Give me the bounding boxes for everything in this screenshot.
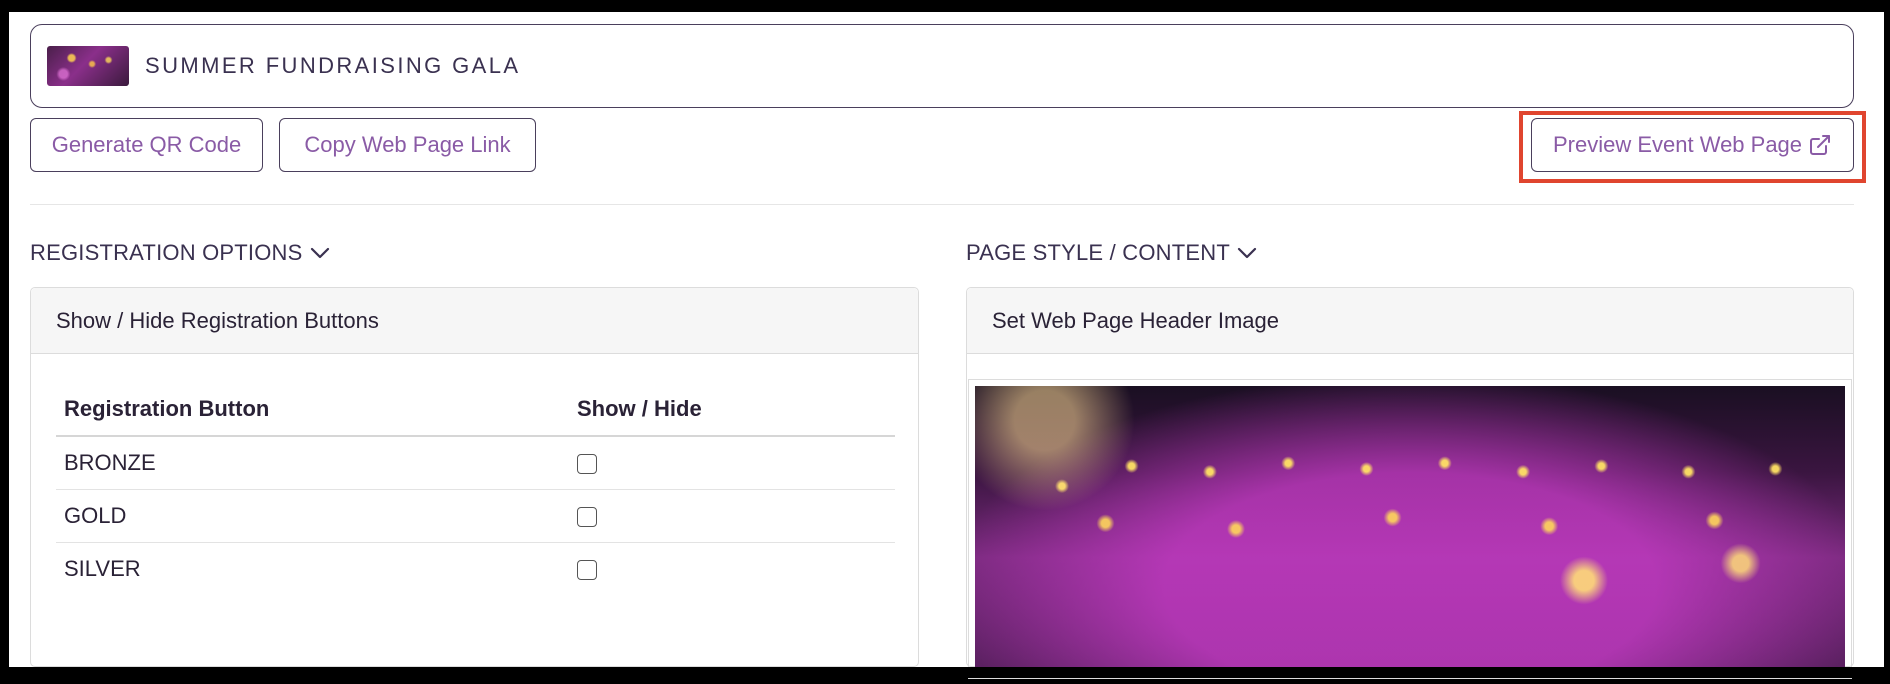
table-row: SILVER <box>56 542 895 595</box>
chevron-down-icon <box>1237 247 1257 259</box>
page-style-content-toggle[interactable]: PAGE STYLE / CONTENT <box>966 240 1258 266</box>
event-thumbnail <box>47 46 129 86</box>
column-header: Show / Hide <box>569 382 895 437</box>
frame-top <box>0 0 1890 12</box>
show-hide-cell <box>569 489 895 543</box>
copy-web-page-link-button[interactable]: Copy Web Page Link <box>279 118 536 172</box>
registration-options-title: REGISTRATION OPTIONS <box>30 240 303 265</box>
card-header: Show / Hide Registration Buttons <box>31 288 918 354</box>
frame-bottom-bar <box>9 667 1884 678</box>
table-row: BRONZE <box>56 436 895 490</box>
frame-right <box>1884 0 1890 684</box>
event-title: SUMMER FUNDRAISING GALA <box>145 53 521 78</box>
column-header: Registration Button <box>56 382 569 437</box>
table-header-row: Registration Button Show / Hide <box>56 382 895 437</box>
preview-event-web-page-button[interactable]: Preview Event Web Page <box>1531 118 1854 172</box>
registration-name: GOLD <box>56 489 569 543</box>
registration-name: SILVER <box>64 555 141 581</box>
registration-buttons-card: Show / Hide Registration Buttons Registr… <box>30 287 919 667</box>
registration-name: BRONZE <box>56 436 569 490</box>
frame-left <box>0 0 9 684</box>
preview-button-label: Preview Event Web Page <box>1552 132 1803 157</box>
table-row: GOLD <box>56 489 895 543</box>
chevron-down-icon <box>310 247 329 259</box>
header-image <box>975 386 1845 672</box>
external-link-icon <box>1810 135 1831 155</box>
show-hide-checkbox[interactable] <box>577 559 597 580</box>
registration-options-toggle[interactable]: REGISTRATION OPTIONS <box>30 240 331 266</box>
registration-table: Registration Button Show / Hide BRONZE G… <box>56 382 895 595</box>
show-hide-cell <box>569 542 895 595</box>
event-header: SUMMER FUNDRAISING GALA <box>30 24 1854 108</box>
divider <box>30 204 1854 205</box>
show-hide-cell <box>569 436 895 490</box>
page-style-content-title: PAGE STYLE / CONTENT <box>966 240 1230 265</box>
header-image-card: Set Web Page Header Image <box>966 287 1854 679</box>
show-hide-checkbox[interactable] <box>577 506 597 527</box>
show-hide-checkbox[interactable] <box>577 453 597 474</box>
header-image-container[interactable] <box>968 379 1852 679</box>
card-header: Set Web Page Header Image <box>967 288 1853 354</box>
generate-qr-code-button[interactable]: Generate QR Code <box>30 118 263 172</box>
